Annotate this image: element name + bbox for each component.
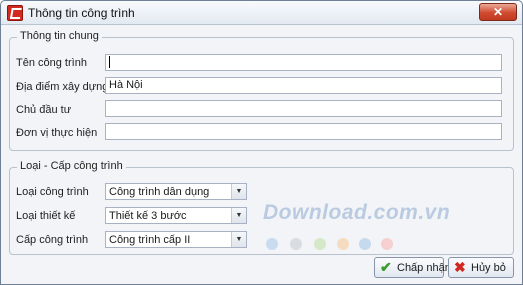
close-button[interactable]: ✕ <box>479 3 517 21</box>
watermark-dot <box>290 238 302 250</box>
chevron-down-icon[interactable]: ▼ <box>231 184 246 199</box>
accept-button[interactable]: ✔ Chấp nhận <box>374 257 451 278</box>
watermark-dot <box>337 238 349 250</box>
contractor-input[interactable] <box>105 123 502 140</box>
design-type-label: Loại thiết kế <box>16 210 76 222</box>
title-bar[interactable]: Thông tin công trình ✕ <box>1 1 522 25</box>
watermark-dot <box>381 238 393 250</box>
investor-input[interactable] <box>105 100 502 117</box>
chevron-down-icon[interactable]: ▼ <box>231 208 246 223</box>
investor-label: Chủ đầu tư <box>16 104 72 116</box>
project-type-label: Loại công trình <box>16 186 89 198</box>
dialog-window: Thông tin công trình ✕ Thông tin chung T… <box>0 0 523 285</box>
window-title: Thông tin công trình <box>28 6 135 20</box>
project-grade-value: Công trình cấp II <box>109 234 191 246</box>
chevron-down-icon[interactable]: ▼ <box>231 232 246 247</box>
text-caret <box>109 56 110 68</box>
classification-legend: Loại - Cấp công trình <box>17 160 126 172</box>
location-input[interactable]: Hà Nội <box>105 77 502 94</box>
accept-button-label: Chấp nhận <box>397 262 451 274</box>
watermark-logo: Download.com.vn <box>263 201 451 224</box>
watermark-dot <box>266 238 278 250</box>
project-name-label: Tên công trình <box>16 57 87 69</box>
project-type-select[interactable]: Công trình dân dụng ▼ <box>105 183 247 200</box>
watermark-dot <box>359 238 371 250</box>
x-icon: ✖ <box>454 259 466 275</box>
design-type-value: Thiết kế 3 bước <box>109 210 187 222</box>
contractor-label: Đơn vị thực hiện <box>16 127 98 139</box>
project-name-input[interactable] <box>105 54 502 71</box>
project-grade-label: Cấp công trình <box>16 234 89 246</box>
design-type-select[interactable]: Thiết kế 3 bước ▼ <box>105 207 247 224</box>
cancel-button[interactable]: ✖ Hủy bỏ <box>448 257 514 278</box>
project-grade-select[interactable]: Công trình cấp II ▼ <box>105 231 247 248</box>
close-icon: ✕ <box>492 5 504 19</box>
location-label: Địa điểm xây dựng <box>16 81 109 93</box>
general-info-legend: Thông tin chung <box>17 30 102 42</box>
project-type-value: Công trình dân dụng <box>109 186 210 198</box>
check-icon: ✔ <box>380 259 392 275</box>
watermark-dot <box>314 238 326 250</box>
cancel-button-label: Hủy bỏ <box>471 262 506 274</box>
app-logo-icon <box>7 5 23 21</box>
